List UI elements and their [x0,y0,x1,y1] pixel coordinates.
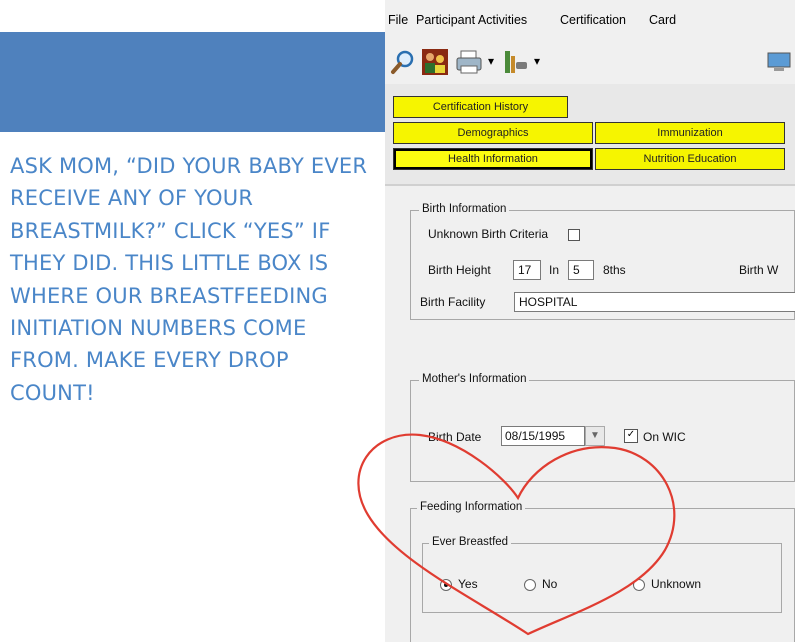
tab-health-information[interactable]: Health Information [393,148,593,170]
eighths-label: 8ths [603,263,626,277]
birth-information-group: Birth Information Unknown Birth Criteria… [410,203,795,320]
no-label: No [542,577,558,591]
birth-height-eighths-input[interactable]: 5 [568,260,594,280]
monitor-icon[interactable] [765,48,793,76]
feeding-information-title: Feeding Information [417,501,526,513]
people-icon[interactable] [421,48,449,76]
yes-label: Yes [458,577,478,591]
dropdown-arrow-icon[interactable]: ▾ [532,54,542,68]
instruction-text: Ask Mom, “Did your baby ever receive any… [10,154,368,405]
menu-certification[interactable]: Certification [560,13,626,27]
yes-radio[interactable] [440,579,452,591]
tools-icon[interactable] [501,48,529,76]
health-information-panel: Birth Information Unknown Birth Criteria… [385,184,795,642]
unknown-birth-criteria-label: Unknown Birth Criteria [428,227,549,241]
mothers-information-group: Mother's Information Birth Date 08/15/19… [410,373,795,482]
on-wic-checkbox[interactable]: ✓ [624,429,638,443]
tab-certification-history[interactable]: Certification History [393,96,568,118]
unknown-birth-criteria-checkbox[interactable] [568,229,580,241]
unknown-radio[interactable] [633,579,645,591]
chevron-down-icon[interactable]: ▼ [585,426,605,446]
birth-facility-input[interactable]: HOSPITAL [514,292,795,312]
application-screenshot: File Participant Activities Certificatio… [385,0,795,642]
inches-label: In [549,263,560,277]
birth-date-label: Birth Date [428,430,482,444]
ever-breastfed-group: Ever Breastfed Yes No Unknown [422,536,782,613]
birth-information-title: Birth Information [419,203,510,215]
ever-breastfed-title: Ever Breastfed [429,536,512,548]
feeding-information-group: Feeding Information Ever Breastfed Yes N… [410,501,795,642]
dropdown-arrow-icon[interactable]: ▾ [486,54,496,68]
mothers-information-title: Mother's Information [419,373,530,385]
toolbar: ▾ ▾ [385,38,795,84]
tab-strip: Certification History Demographics Immun… [385,84,795,184]
unknown-label: Unknown [651,577,702,591]
birth-height-inches-input[interactable]: 17 [513,260,541,280]
tab-demographics[interactable]: Demographics [393,122,593,144]
birth-facility-label: Birth Facility [420,295,486,309]
menu-bar: File Participant Activities Certificatio… [385,0,795,38]
menu-card[interactable]: Card [649,13,676,27]
birth-date-input[interactable]: 08/15/1995 [501,426,585,446]
divider [385,184,795,186]
tab-nutrition-education[interactable]: Nutrition Education [595,148,785,170]
no-radio[interactable] [524,579,536,591]
printer-icon[interactable] [455,48,483,76]
birth-weight-label: Birth W [739,263,779,277]
on-wic-label: On WIC [643,430,686,444]
slide-accent-bar [0,32,392,132]
tab-immunization[interactable]: Immunization [595,122,785,144]
menu-file[interactable]: File [388,13,408,27]
search-icon[interactable] [389,48,417,76]
birth-height-label: Birth Height [428,263,491,277]
menu-participant-activities[interactable]: Participant Activities [416,13,527,27]
